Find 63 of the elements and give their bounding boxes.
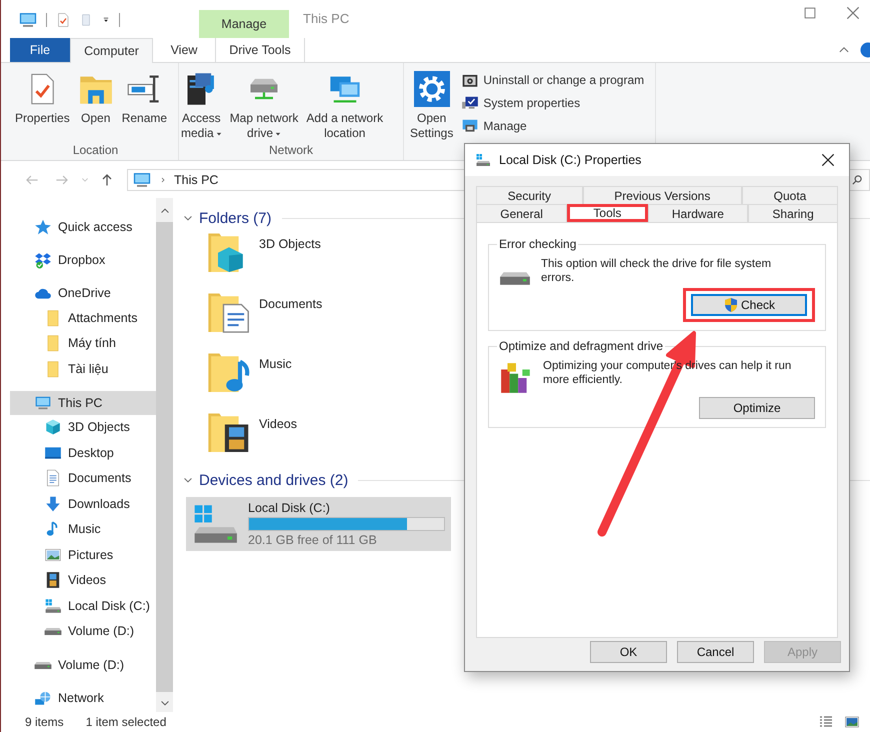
dialog-tab[interactable]: General [476,204,568,222]
context-tab-header: Manage [199,10,289,38]
selection-count: 1 item selected [84,715,166,729]
ribbon-small-button[interactable]: System properties [461,94,644,112]
dialog-tab[interactable]: Quota [742,186,838,204]
action-button[interactable]: Check [691,294,807,316]
drive-name: Local Disk (C:) [248,501,331,515]
folder-name[interactable]: 3D Objects [259,237,321,251]
drive-tile[interactable]: Local Disk (C:) 20.1 GB free of 111 GB [186,497,451,551]
nav-item[interactable]: Máy tính [10,330,156,356]
file-menu-tab[interactable]: File [10,38,70,62]
nav-item[interactable]: Network [10,686,156,710]
dialog-tab[interactable]: Tools [567,204,648,222]
nav-item[interactable]: OneDrive [10,281,156,305]
ribbon-tab[interactable]: Computer [70,38,153,63]
folder-name[interactable]: Documents [259,297,322,311]
action-button[interactable]: Optimize [699,397,815,419]
dialog-button[interactable]: OK [590,641,667,663]
nav-item[interactable]: Volume (D:) [10,653,156,677]
nav-item[interactable]: Desktop [10,440,156,466]
ribbon-tab[interactable]: View [153,38,215,62]
nav-item[interactable]: This PC [10,390,156,414]
group-title: Error checking [498,237,578,251]
dialog-tab[interactable]: Security [476,186,583,204]
dialog-tab[interactable]: Hardware [648,204,748,222]
nav-item[interactable]: Videos [10,568,156,593]
ribbon-button[interactable]: Add a network location [304,71,386,143]
group-label: Network [268,143,314,159]
nav-item[interactable]: 3D Objects [10,414,156,440]
nav-item[interactable]: Documents [10,466,156,491]
dialog-tab[interactable]: Sharing [748,204,838,222]
free-space-text: 20.1 GB free of 111 GB [248,533,378,547]
nav-item[interactable]: Dropbox [10,248,156,272]
nav-item[interactable]: Attachments [10,305,156,330]
nav-item[interactable]: Local Disk (C:) [10,593,156,618]
ribbon-button[interactable]: Open Settings [408,71,456,160]
ribbon-small-button[interactable]: Uninstall or change a program [461,71,644,89]
group-title: Optimize and defragment drive [498,339,664,353]
window-title: This PC [302,11,350,28]
ribbon-tab[interactable]: Drive Tools [215,38,305,62]
ribbon-button[interactable]: Open [76,71,116,143]
dialog-tab[interactable]: Previous Versions [582,186,742,204]
nav-item[interactable]: Quick access [10,215,156,239]
breadcrumb[interactable]: This PC [174,173,218,187]
nav-item[interactable]: Music [10,516,156,542]
ribbon-button[interactable]: Map network drive [228,71,300,143]
section-title[interactable]: Devices and drives (2) [199,472,348,488]
nav-item[interactable]: Downloads [10,491,156,516]
item-count: 9 items [24,715,64,729]
dialog-button[interactable]: Cancel [677,641,754,663]
folder-name[interactable]: Videos [259,417,297,431]
dialog-title: Local Disk (C:) Properties [499,153,642,167]
ribbon-small-button[interactable]: Manage [461,117,644,135]
nav-item[interactable]: Pictures [10,542,156,568]
folder-name[interactable]: Music [259,357,292,371]
group-label: Location [72,143,120,159]
ribbon-button[interactable]: Properties [13,71,72,143]
nav-item[interactable]: Volume (D:) [10,618,156,644]
ribbon-button[interactable]: Rename [120,71,170,143]
section-title[interactable]: Folders (7) [199,210,272,226]
description-text: This option will check the drive for file system errors. [541,257,772,285]
nav-item[interactable]: Tài liệu [10,356,156,382]
ribbon-button[interactable]: Access media [179,71,224,143]
